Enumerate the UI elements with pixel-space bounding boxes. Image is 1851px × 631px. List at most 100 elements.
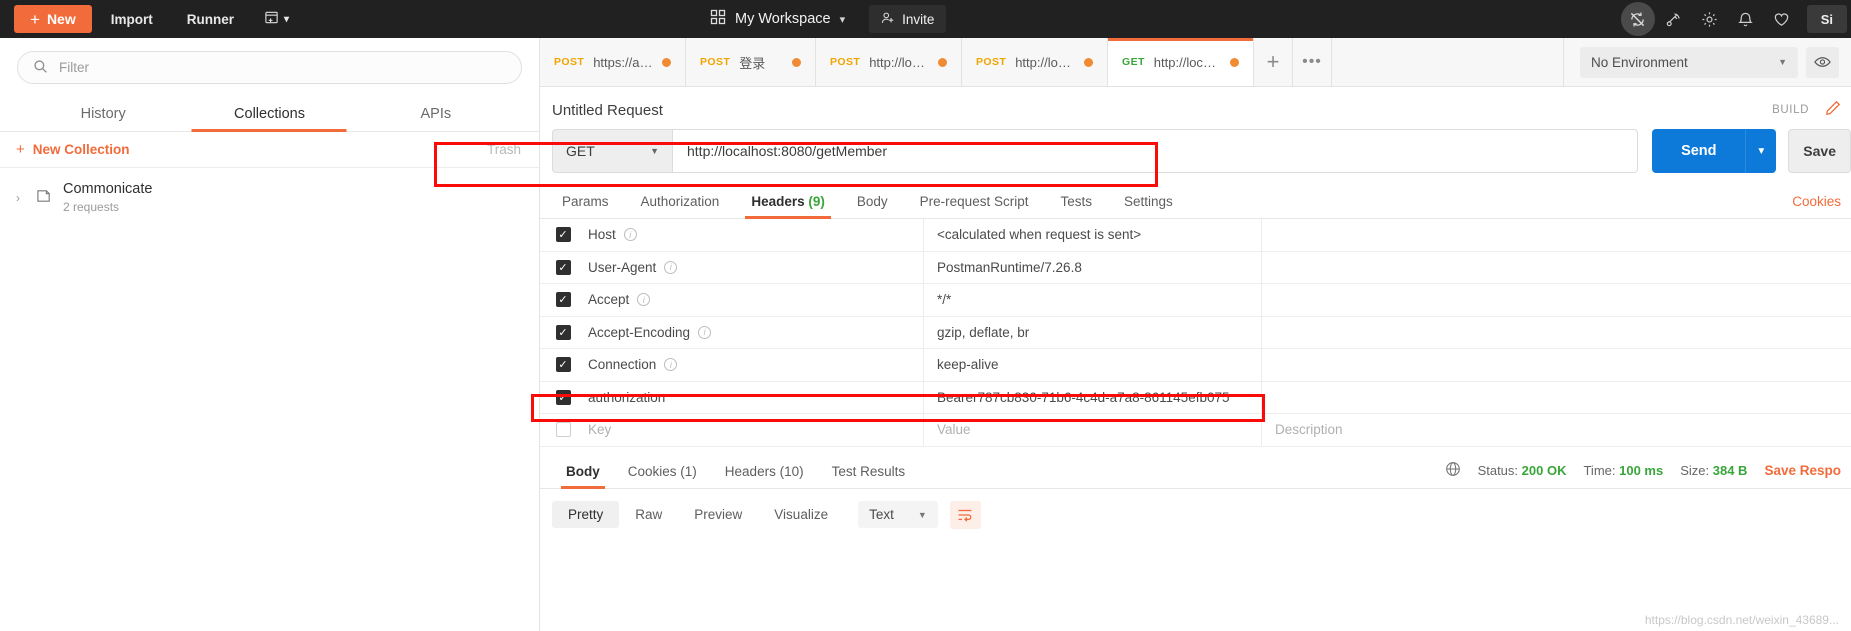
table-row[interactable]: ✓ User-Agent i PostmanRuntime/7.26.8 bbox=[540, 251, 1851, 284]
sync-off-icon[interactable] bbox=[1620, 2, 1655, 36]
header-value-cell[interactable]: PostmanRuntime/7.26.8 bbox=[924, 251, 1262, 283]
gear-icon[interactable] bbox=[1693, 2, 1727, 36]
chevron-right-icon[interactable]: › bbox=[16, 191, 26, 205]
header-value-cell[interactable]: gzip, deflate, br bbox=[924, 316, 1262, 348]
info-icon: i bbox=[664, 358, 678, 372]
tab-params[interactable]: Params bbox=[552, 194, 625, 218]
table-row[interactable]: ✓ Connection i keep-alive bbox=[540, 349, 1851, 382]
format-tab-pretty[interactable]: Pretty bbox=[552, 501, 620, 528]
sidebar-tab-history[interactable]: History bbox=[20, 106, 186, 131]
response-tab-cookies[interactable]: Cookies (1) bbox=[614, 464, 711, 488]
table-row-empty[interactable]: Key Value Description bbox=[540, 414, 1851, 447]
send-label: Send bbox=[1681, 143, 1717, 159]
more-tabs-button[interactable]: ••• bbox=[1293, 38, 1332, 86]
pencil-icon[interactable] bbox=[1825, 100, 1841, 120]
watermark: https://blog.csdn.net/weixin_43689... bbox=[1644, 613, 1839, 627]
request-tab-5[interactable]: GET http://localh... bbox=[1108, 38, 1254, 86]
row-checkbox-cell: ✓ bbox=[540, 357, 586, 373]
satellite-icon[interactable] bbox=[1657, 2, 1691, 36]
header-checkbox[interactable]: ✓ bbox=[555, 292, 571, 308]
new-collection-button[interactable]: + New Collection bbox=[16, 141, 130, 158]
runner-button[interactable]: Runner bbox=[172, 5, 249, 33]
import-button[interactable]: Import bbox=[96, 5, 168, 33]
url-input[interactable]: http://localhost:8080/getMember bbox=[672, 129, 1639, 173]
workspace-selector[interactable]: My Workspace ▾ bbox=[700, 0, 855, 38]
collection-item[interactable]: › Commonicate 2 requests bbox=[0, 168, 539, 218]
environment-selector[interactable]: No Environment ▼ bbox=[1580, 46, 1798, 78]
header-value-cell[interactable]: */* bbox=[924, 284, 1262, 316]
format-tab-preview[interactable]: Preview bbox=[678, 501, 758, 528]
header-key-cell[interactable]: Accept i bbox=[586, 284, 924, 316]
header-value-placeholder[interactable]: Value bbox=[924, 414, 1262, 446]
save-response-button[interactable]: Save Respo bbox=[1764, 463, 1841, 478]
request-tab-4[interactable]: POST http://local... bbox=[962, 38, 1108, 86]
tab-authorization[interactable]: Authorization bbox=[625, 194, 736, 218]
method-selector[interactable]: GET ▼ bbox=[552, 129, 672, 173]
header-checkbox[interactable]: ✓ bbox=[555, 324, 571, 340]
format-type-selector[interactable]: Text ▼ bbox=[858, 501, 938, 528]
request-tab-2[interactable]: POST 登录 bbox=[686, 38, 816, 86]
response-tab-headers[interactable]: Headers (10) bbox=[711, 464, 818, 488]
new-window-button[interactable]: ▾ bbox=[253, 5, 300, 33]
time-value: 100 ms bbox=[1619, 462, 1664, 478]
tab-prerequest-script[interactable]: Pre-request Script bbox=[904, 194, 1045, 218]
response-tab-body[interactable]: Body bbox=[552, 464, 614, 489]
header-description-cell[interactable] bbox=[1262, 284, 1851, 316]
table-row[interactable]: ✓ Accept-Encoding i gzip, deflate, br bbox=[540, 316, 1851, 349]
send-button[interactable]: Send bbox=[1652, 129, 1746, 173]
header-value-cell[interactable]: Bearer787cb830-71b6-4c4d-a7a8-861145efb0… bbox=[924, 381, 1262, 413]
toolbar-right-group: Si bbox=[1620, 0, 1851, 38]
table-row[interactable]: ✓ Host i <calculated when request is sen… bbox=[540, 219, 1851, 252]
header-description-cell[interactable] bbox=[1262, 317, 1851, 349]
trash-link[interactable]: Trash bbox=[487, 142, 521, 157]
cookies-link[interactable]: Cookies bbox=[1792, 194, 1851, 218]
header-checkbox[interactable] bbox=[555, 422, 571, 438]
request-tab-1[interactable]: POST https://api.... bbox=[540, 38, 686, 86]
response-tab-test-results[interactable]: Test Results bbox=[818, 464, 920, 488]
header-description-cell[interactable] bbox=[1262, 382, 1851, 414]
header-checkbox[interactable]: ✓ bbox=[555, 259, 571, 275]
request-tab-3[interactable]: POST http://local... bbox=[816, 38, 962, 86]
bell-icon[interactable] bbox=[1729, 2, 1763, 36]
table-row[interactable]: ✓ authorization Bearer787cb830-71b6-4c4d… bbox=[540, 381, 1851, 414]
header-key-cell[interactable]: Accept-Encoding i bbox=[586, 316, 924, 348]
header-description-cell[interactable] bbox=[1262, 219, 1851, 251]
unsaved-dot-icon bbox=[1084, 57, 1093, 67]
add-tab-button[interactable]: + bbox=[1254, 38, 1293, 86]
header-value-cell[interactable]: <calculated when request is sent> bbox=[924, 219, 1262, 251]
header-key-cell[interactable]: User-Agent i bbox=[586, 251, 924, 283]
search-input[interactable]: Filter bbox=[17, 51, 522, 84]
sidebar-tab-history-label: History bbox=[80, 106, 126, 122]
header-key-cell[interactable]: Connection i bbox=[586, 349, 924, 381]
header-value-cell[interactable]: keep-alive bbox=[924, 349, 1262, 381]
header-description-placeholder[interactable]: Description bbox=[1262, 414, 1851, 446]
header-checkbox[interactable]: ✓ bbox=[555, 357, 571, 373]
tab-tests[interactable]: Tests bbox=[1044, 194, 1108, 218]
format-tab-visualize[interactable]: Visualize bbox=[758, 501, 844, 528]
tab-headers[interactable]: Headers (9) bbox=[735, 194, 841, 219]
tab-body[interactable]: Body bbox=[841, 194, 904, 218]
sidebar-tab-apis[interactable]: APIs bbox=[353, 106, 519, 131]
request-subtabs: Params Authorization Headers (9) Body Pr… bbox=[540, 173, 1851, 219]
save-button[interactable]: Save bbox=[1788, 129, 1851, 173]
header-key-cell[interactable]: authorization bbox=[586, 381, 924, 413]
send-options-button[interactable]: ▼ bbox=[1745, 129, 1777, 173]
new-button[interactable]: + New bbox=[14, 5, 92, 33]
header-checkbox[interactable]: ✓ bbox=[555, 389, 571, 405]
header-key: Host bbox=[588, 227, 616, 243]
sidebar-tab-collections[interactable]: Collections bbox=[186, 106, 352, 131]
header-description-cell[interactable] bbox=[1262, 349, 1851, 381]
format-tab-raw[interactable]: Raw bbox=[619, 501, 678, 528]
sign-in-button[interactable]: Si bbox=[1806, 5, 1847, 33]
header-key-cell[interactable]: Host i bbox=[586, 219, 924, 251]
table-row[interactable]: ✓ Accept i */* bbox=[540, 284, 1851, 317]
header-checkbox[interactable]: ✓ bbox=[555, 227, 571, 243]
eye-icon[interactable] bbox=[1806, 46, 1839, 78]
filter-placeholder: Filter bbox=[59, 60, 89, 75]
header-description-cell[interactable] bbox=[1262, 252, 1851, 284]
heart-icon[interactable] bbox=[1765, 2, 1799, 36]
wrap-lines-icon[interactable] bbox=[949, 500, 981, 529]
invite-button[interactable]: Invite bbox=[869, 5, 947, 33]
tab-settings[interactable]: Settings bbox=[1108, 194, 1189, 218]
header-key-placeholder[interactable]: Key bbox=[586, 414, 924, 446]
